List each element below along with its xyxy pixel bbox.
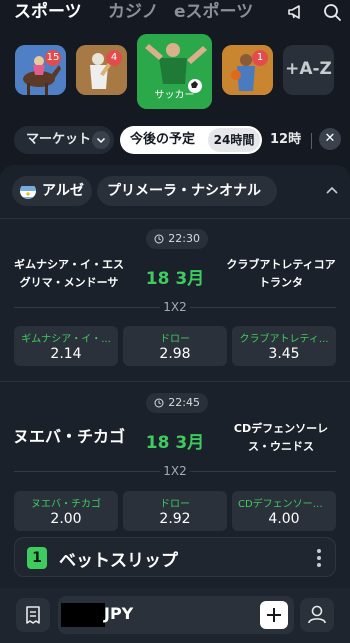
betslip-title: ベットスリップ (59, 551, 178, 571)
match-time: 22:45 (146, 393, 208, 413)
league-country: アルゼ (42, 183, 84, 199)
odds-button-home[interactable]: ギムナシア・イ・... 2.14 (14, 326, 118, 366)
outcome-odds: 4.00 (268, 511, 300, 527)
clock-icon (154, 234, 164, 244)
outcome-name: ヌエバ・チカゴ (31, 499, 101, 510)
bottom-bar: JPY (0, 588, 350, 643)
sport-tile-cricket[interactable]: 4 (76, 45, 127, 95)
sport-tile-basketball[interactable]: 1 (222, 45, 273, 95)
live-count-badge: 4 (106, 50, 122, 66)
deposit-plus-icon[interactable] (260, 601, 288, 629)
home-team-line: ギムナシア・イ・エス (14, 258, 124, 271)
clock-icon (154, 398, 164, 408)
sport-tile-horse-racing[interactable]: 15 (15, 45, 66, 95)
sport-tile-all[interactable]: +A-Z (283, 45, 334, 95)
range-12h-option[interactable]: 12時 (270, 126, 310, 154)
divider (311, 133, 312, 149)
outcome-odds: 2.00 (50, 511, 82, 527)
sport-tile-label: サッカー (154, 90, 195, 101)
league-country-chip[interactable]: アルゼ (12, 176, 92, 206)
betslip-count: 1 (27, 547, 47, 569)
balance-display[interactable]: JPY (58, 596, 294, 634)
divider (190, 307, 336, 308)
home-team[interactable]: ギムナシア・イ・エス グリマ・メンドーサ (6, 256, 132, 292)
divider (190, 471, 336, 472)
match-time-text: 22:45 (168, 396, 200, 409)
upcoming-filter[interactable]: 今後の予定 24時間 (120, 126, 262, 154)
away-team[interactable]: CDデフェンソーレ ス・ウニドス (218, 420, 344, 456)
odds-button-draw[interactable]: ドロー 2.92 (123, 491, 227, 531)
market-label: マーケット (26, 132, 92, 147)
league-name-chip[interactable]: プリメーラ・ナシオナル (97, 176, 277, 206)
divider (0, 381, 350, 382)
match-date: 18 3月 (145, 433, 205, 453)
upcoming-label: 今後の予定 (130, 132, 196, 147)
market-dropdown[interactable]: マーケット (14, 126, 114, 154)
odds-button-away[interactable]: クラブアトレティ... 3.45 (232, 326, 336, 366)
league-name: プリメーラ・ナシオナル (107, 183, 261, 199)
outcome-odds: 2.14 (50, 346, 82, 362)
range-24h-option[interactable]: 24時間 (208, 128, 260, 152)
away-team-line: クラブアトレティコア (226, 258, 336, 271)
currency-code: JPY (104, 604, 134, 623)
outcome-odds: 2.92 (159, 511, 191, 527)
outcome-odds: 2.98 (159, 346, 191, 362)
away-team-line: ス・ウニドス (248, 440, 314, 453)
outcome-odds: 3.45 (268, 346, 300, 362)
live-count-badge: 15 (45, 50, 61, 66)
sport-tile-soccer[interactable]: サッカー (137, 34, 212, 109)
outcome-name: ギムナシア・イ・... (21, 334, 111, 345)
odds-button-home[interactable]: ヌエバ・チカゴ 2.00 (14, 491, 118, 531)
tab-casino[interactable]: カジノ (108, 1, 159, 23)
filter-bar: マーケット 今後の予定 24時間 12時 ✕ (0, 124, 350, 156)
account-icon[interactable] (300, 598, 334, 632)
away-team-line: トランタ (259, 276, 303, 289)
live-count-badge: 1 (252, 50, 268, 66)
close-icon[interactable]: ✕ (319, 128, 341, 150)
divider (0, 218, 350, 219)
outcome-name: ドロー (160, 499, 190, 510)
tab-sports[interactable]: スポーツ (14, 1, 82, 23)
balance-redacted (61, 603, 105, 627)
outcome-name: ドロー (160, 334, 190, 345)
chevron-up-icon[interactable] (325, 182, 339, 196)
away-team[interactable]: クラブアトレティコア トランタ (218, 256, 344, 292)
outcome-name: CDデフェンソーレ... (238, 499, 333, 510)
betslip-bar[interactable]: 1 ベットスリップ (14, 537, 336, 577)
search-icon[interactable] (322, 2, 342, 22)
home-team-line: ヌエバ・チカゴ (12, 427, 125, 446)
argentina-flag-icon (20, 183, 36, 199)
megaphone-icon[interactable] (286, 2, 306, 22)
match-date: 18 3月 (145, 269, 205, 289)
odds-button-away[interactable]: CDデフェンソーレ... 4.00 (232, 491, 336, 531)
chevron-down-icon (92, 131, 110, 149)
match-time: 22:30 (146, 229, 208, 249)
more-options-icon[interactable] (317, 547, 321, 569)
sport-selector: 15 4 サッカー 1 +A-Z (0, 34, 350, 114)
match-time-text: 22:30 (168, 232, 200, 245)
ticket-icon[interactable] (16, 598, 50, 632)
outcome-name: クラブアトレティ... (239, 334, 329, 345)
home-team[interactable]: ヌエバ・チカゴ (6, 428, 132, 446)
top-navigation: スポーツ カジノ eスポーツ (0, 0, 350, 26)
odds-button-draw[interactable]: ドロー 2.98 (123, 326, 227, 366)
tab-esports[interactable]: eスポーツ (174, 1, 253, 23)
home-team-line: グリマ・メンドーサ (19, 276, 119, 289)
away-team-line: CDデフェンソーレ (233, 422, 329, 435)
